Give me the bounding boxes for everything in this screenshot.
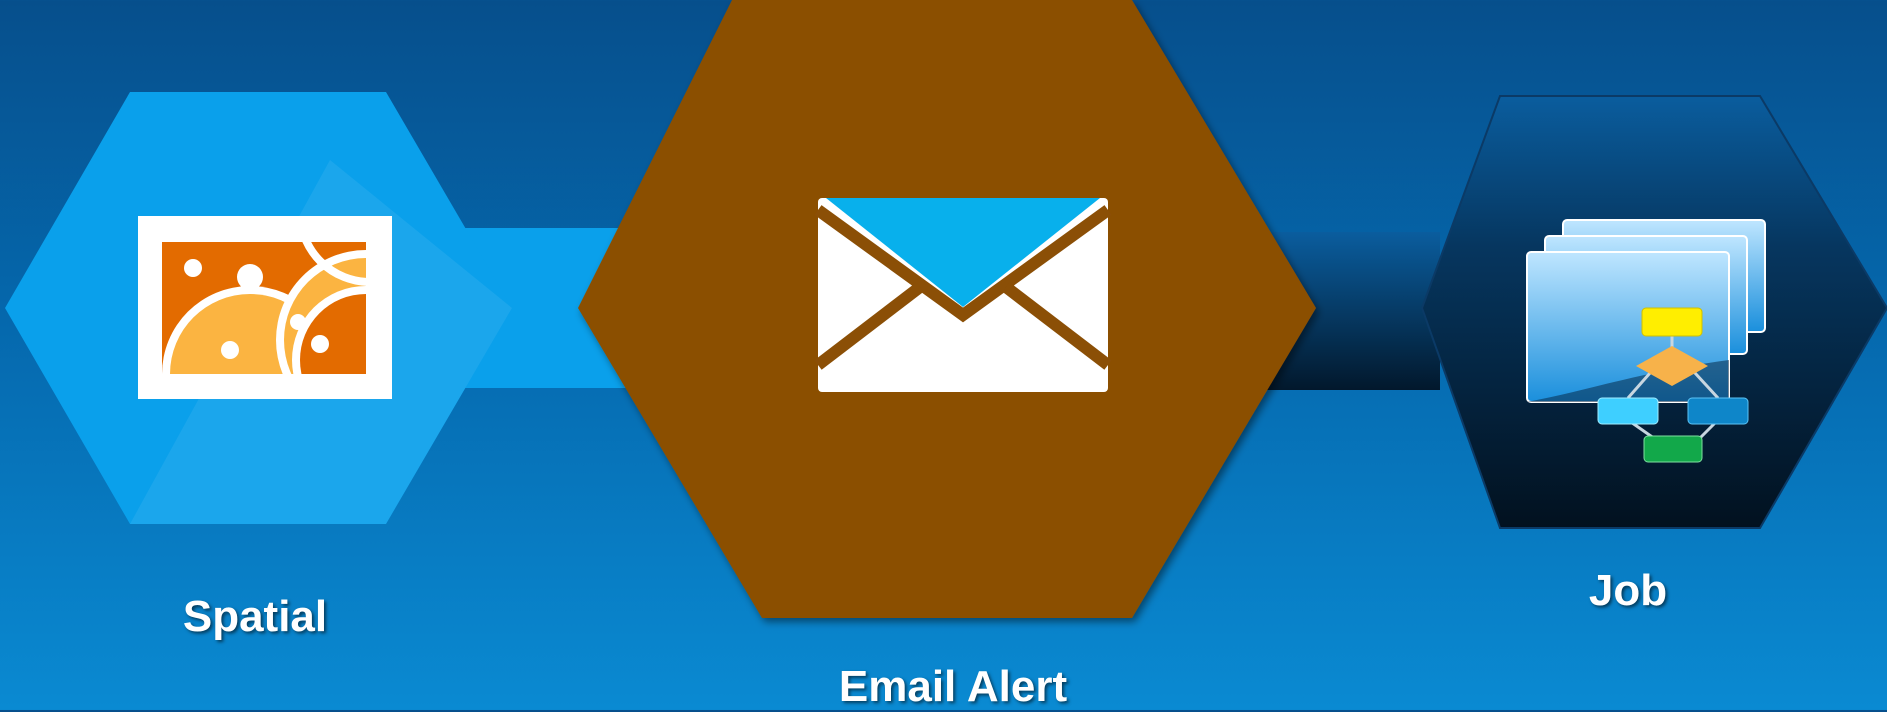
email-alert-label: Email Alert xyxy=(838,662,1068,711)
envelope-icon xyxy=(814,198,1112,392)
job-label: Job xyxy=(1588,566,1668,615)
spatial-label: Spatial xyxy=(182,592,328,641)
spatial-node[interactable] xyxy=(5,92,512,524)
job-node[interactable] xyxy=(1420,95,1887,529)
